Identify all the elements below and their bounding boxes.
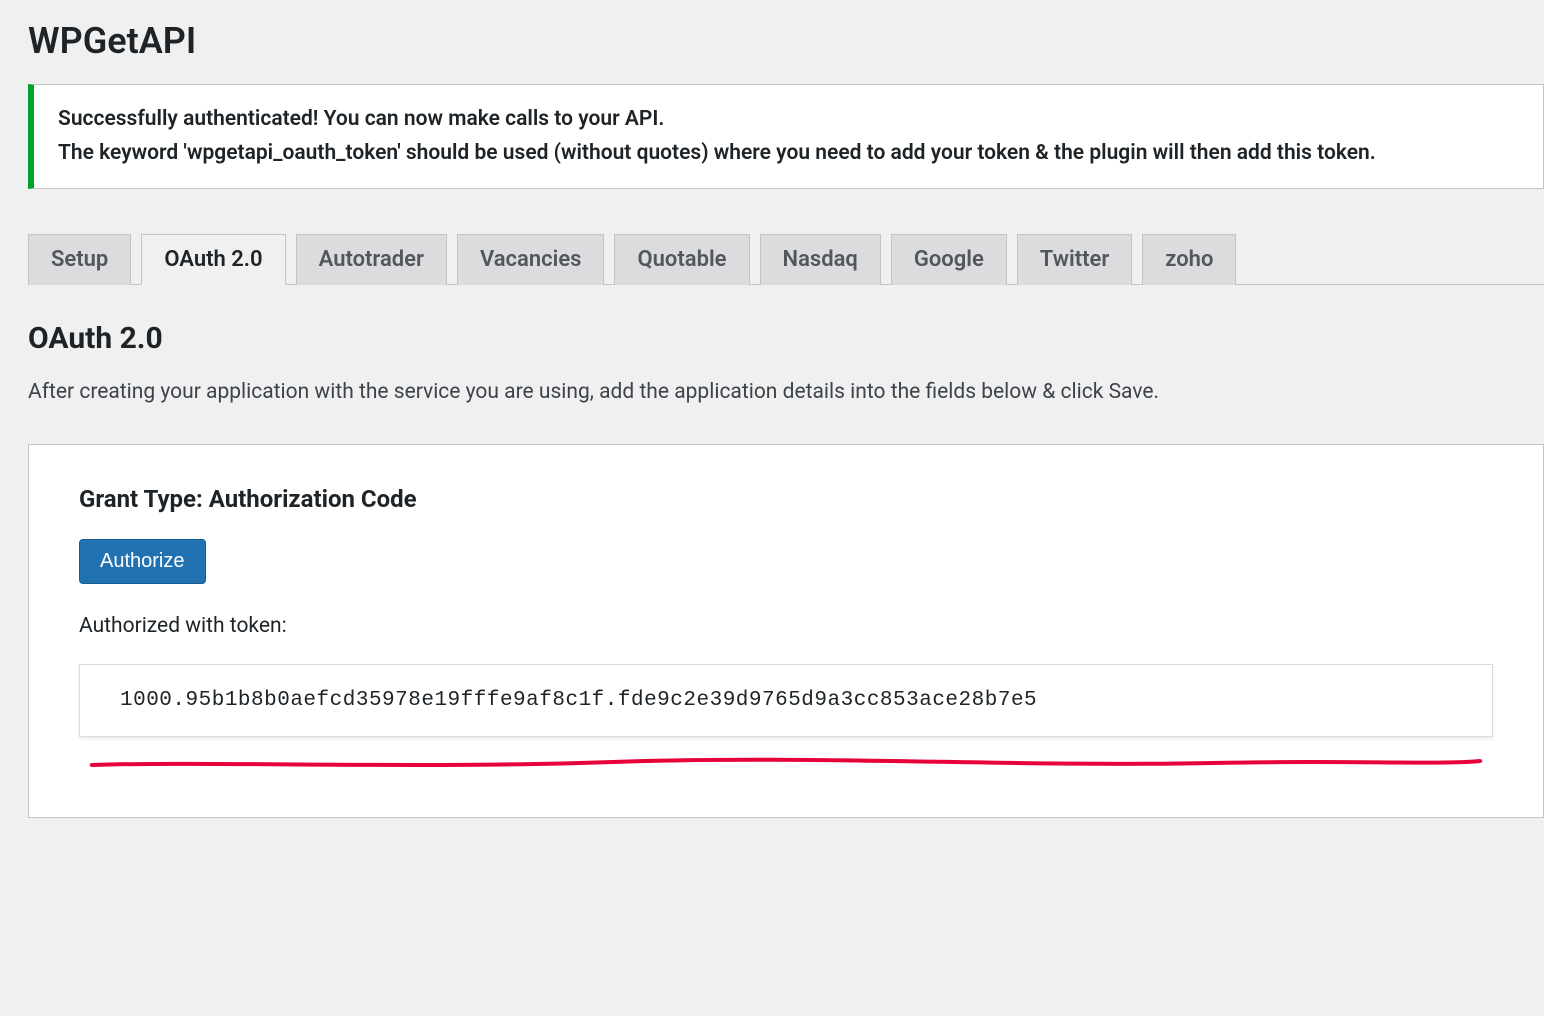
tab-google[interactable]: Google	[891, 234, 1007, 285]
section-title: OAuth 2.0	[28, 321, 1544, 356]
tab-autotrader[interactable]: Autotrader	[296, 234, 447, 285]
tab-twitter[interactable]: Twitter	[1017, 234, 1132, 285]
tab-oauth[interactable]: OAuth 2.0	[141, 234, 285, 285]
oauth-panel: Grant Type: Authorization Code Authorize…	[28, 444, 1544, 818]
tab-quotable[interactable]: Quotable	[614, 234, 749, 285]
authorized-with-label: Authorized with token:	[79, 614, 1493, 638]
tabs-nav: Setup OAuth 2.0 Autotrader Vacancies Quo…	[28, 233, 1544, 285]
token-display: 1000.95b1b8b0aefcd35978e19fffe9af8c1f.fd…	[79, 664, 1493, 737]
notice-line2: The keyword 'wpgetapi_oauth_token' shoul…	[58, 141, 1376, 165]
tab-zoho[interactable]: zoho	[1142, 234, 1236, 285]
grant-type-label: Grant Type: Authorization Code	[79, 485, 1493, 513]
tab-nasdaq[interactable]: Nasdaq	[760, 234, 881, 285]
authorize-button[interactable]: Authorize	[79, 539, 206, 584]
tab-vacancies[interactable]: Vacancies	[457, 234, 605, 285]
section-description: After creating your application with the…	[28, 380, 1544, 404]
page-title: WPGetAPI	[28, 20, 1544, 62]
notice-line1: Successfully authenticated! You can now …	[58, 107, 664, 131]
annotation-underline	[79, 747, 1493, 777]
tab-setup[interactable]: Setup	[28, 234, 131, 285]
success-notice: Successfully authenticated! You can now …	[28, 84, 1544, 189]
